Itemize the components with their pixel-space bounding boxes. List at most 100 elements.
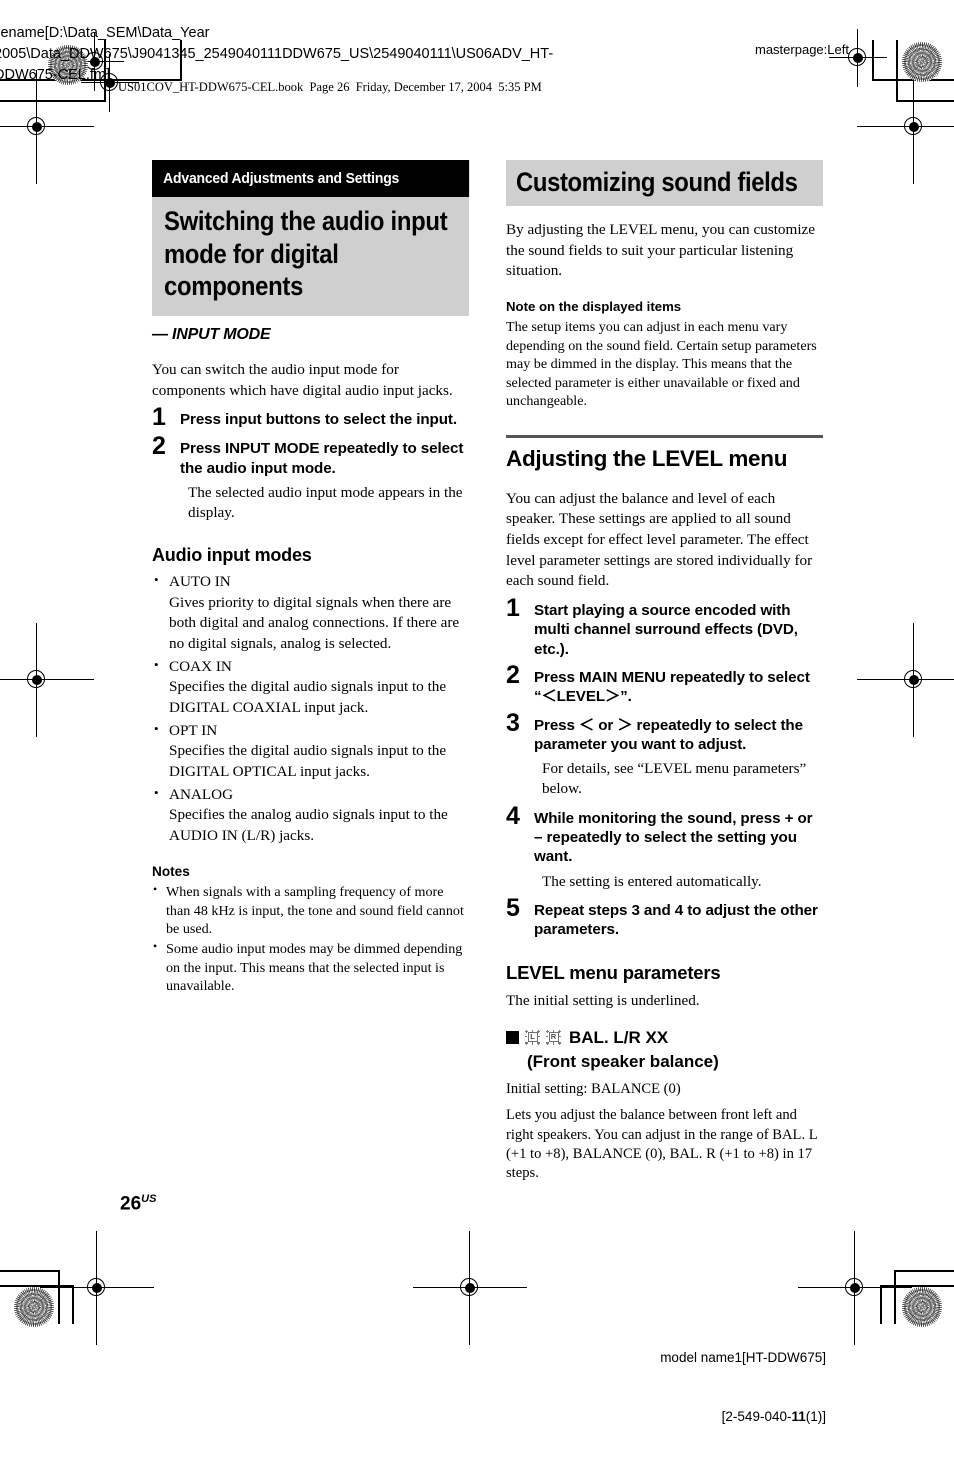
crop-mark xyxy=(0,100,106,102)
black-square-icon xyxy=(506,1030,519,1044)
crop-mark xyxy=(58,1270,60,1324)
step-number: 4 xyxy=(506,801,520,830)
prepress-filename-line-3: DDW675-CEL.fm] xyxy=(0,67,111,83)
section-title-band: Customizing sound fields xyxy=(506,160,823,207)
parameter-subname: (Front speaker balance) xyxy=(527,1051,719,1071)
step-text: Press ＜ or ＞ repeatedly to select the pa… xyxy=(534,716,803,753)
section-divider xyxy=(506,435,823,439)
section-title: Customizing sound fields xyxy=(516,167,798,197)
notes-list: When signals with a sampling frequency o… xyxy=(152,882,469,996)
list-item: Some audio input modes may be dimmed dep… xyxy=(152,939,469,996)
step-number: 3 xyxy=(506,708,520,737)
page-number-value: 26 xyxy=(120,1193,142,1215)
step-text: Press MAIN MENU repeatedly to select “＜L… xyxy=(534,668,810,706)
footer-doc-revision: 11 xyxy=(791,1408,806,1424)
masterpage-label: masterpage:Left xyxy=(755,42,849,57)
footer-model-line-2: [2-549-040-11(1)] xyxy=(660,1407,826,1427)
mode-term: OPT IN xyxy=(169,721,218,739)
registration-mark xyxy=(857,623,954,737)
article-subtitle: — INPUT MODE xyxy=(152,326,271,344)
speaker-right-icon: R xyxy=(546,1029,561,1045)
mode-description: Specifies the digital audio signals inpu… xyxy=(169,742,447,781)
parameter-title-row: L R BAL. L/R XX xyxy=(506,1026,823,1049)
crop-mark xyxy=(880,1285,882,1324)
step-number: 1 xyxy=(152,403,166,432)
right-column: Customizing sound fields By adjusting th… xyxy=(506,160,823,1184)
page-number-suffix: US xyxy=(141,1193,157,1205)
mode-description: Specifies the analog audio signals input… xyxy=(169,806,448,845)
list-item: AUTO IN Gives priority to digital signal… xyxy=(152,571,469,655)
list-item: ANALOG Specifies the analog audio signal… xyxy=(152,784,469,847)
intro-paragraph: You can switch the audio input mode for … xyxy=(152,361,453,399)
list-item: OPT IN Specifies the digital audio signa… xyxy=(152,720,469,783)
step-item: 4 While monitoring the sound, press + or… xyxy=(506,803,823,867)
step-item: 2 Press INPUT MODE repeatedly to select … xyxy=(152,434,469,478)
adjusting-level-menu-heading: Adjusting the LEVEL menu xyxy=(506,446,788,472)
page-title: Switching the audio input mode for digit… xyxy=(164,206,448,302)
step-item: 2 Press MAIN MENU repeatedly to select “… xyxy=(506,663,823,707)
crop-mark xyxy=(896,100,954,102)
note-on-displayed-items-body: The setup items you can adjust in each m… xyxy=(506,319,817,410)
halftone-target-mark xyxy=(902,1287,942,1327)
article-title-band: Switching the audio input mode for digit… xyxy=(152,197,469,317)
page-number: 26US xyxy=(120,1193,156,1215)
left-column: Advanced Adjustments and Settings Switch… xyxy=(152,160,469,996)
speaker-right-label: R xyxy=(548,1032,559,1043)
crop-mark xyxy=(894,1270,954,1272)
list-item: When signals with a sampling frequency o… xyxy=(152,882,469,939)
halftone-target-mark xyxy=(902,42,942,82)
registration-mark xyxy=(798,1231,912,1345)
step-item: 1 Start playing a source encoded with mu… xyxy=(506,596,823,659)
crop-mark xyxy=(0,1270,60,1272)
halftone-target-mark xyxy=(14,1287,54,1327)
parameter-block: L R BAL. L/R XX (Front speaker balance) … xyxy=(506,1026,823,1184)
step-subtext: The selected audio input mode appears in… xyxy=(188,483,463,522)
step-text: Press INPUT MODE repeatedly to select th… xyxy=(180,440,464,477)
prepress-book-line: US01COV_HT-DDW675-CEL.book Page 26 Frida… xyxy=(118,80,542,94)
registration-mark xyxy=(0,623,94,737)
crop-mark xyxy=(894,1270,896,1324)
level-menu-parameters-intro: The initial setting is underlined. xyxy=(506,991,700,1009)
step-number: 5 xyxy=(506,894,520,923)
mode-description: Gives priority to digital signals when t… xyxy=(169,593,460,653)
registration-mark xyxy=(0,70,94,184)
step-item: 1 Press input buttons to select the inpu… xyxy=(152,405,469,430)
parameter-description: Lets you adjust the balance between fron… xyxy=(506,1107,818,1182)
step-text: Press input buttons to select the input. xyxy=(180,411,457,429)
step-text: Repeat steps 3 and 4 to adjust the other… xyxy=(534,902,818,939)
parameter-initial-setting: Initial setting: BALANCE (0) xyxy=(506,1080,681,1097)
chapter-label: Advanced Adjustments and Settings xyxy=(152,160,469,198)
audio-input-modes-list: AUTO IN Gives priority to digital signal… xyxy=(152,571,469,847)
registration-mark xyxy=(413,1231,527,1345)
document-page: ilename[D:\Data_SEM\Data_Year 2005\Data_… xyxy=(0,0,954,1424)
mode-term: AUTO IN xyxy=(169,573,231,590)
prepress-filename-line-1: ilename[D:\Data_SEM\Data_Year xyxy=(0,25,210,41)
mode-term: ANALOG xyxy=(169,785,234,803)
speaker-left-label: L xyxy=(527,1032,538,1043)
footer-doc-suffix: (1)] xyxy=(805,1408,826,1424)
adjusting-level-menu-body: You can adjust the balance and level of … xyxy=(506,489,813,590)
registration-mark xyxy=(857,70,954,184)
mode-description: Specifies the digital audio signals inpu… xyxy=(169,678,447,717)
step-item: 3 Press ＜ or ＞ repeatedly to select the … xyxy=(506,710,823,755)
list-item: COAX IN Specifies the digital audio sign… xyxy=(152,656,469,719)
step-subtext: For details, see “LEVEL menu parameters”… xyxy=(542,760,807,798)
footer-doc-prefix: [2-549-040- xyxy=(721,1408,792,1424)
step-number: 1 xyxy=(506,594,520,623)
step-text: Start playing a source encoded with mult… xyxy=(534,602,798,658)
parameter-name: BAL. L/R XX xyxy=(569,1027,669,1047)
step-text: While monitoring the sound, press + or –… xyxy=(534,809,813,866)
footer-model-info: model name1[HT-DDW675] [2-549-040-11(1)] xyxy=(660,1309,826,1466)
level-menu-parameters-heading: LEVEL menu parameters xyxy=(506,961,721,983)
mode-term: COAX IN xyxy=(169,657,232,675)
step-subtext: The setting is entered automatically. xyxy=(542,872,762,890)
step-number: 2 xyxy=(152,432,166,461)
footer-model-line-1: model name1[HT-DDW675] xyxy=(660,1350,826,1366)
notes-heading: Notes xyxy=(152,863,190,879)
step-number: 2 xyxy=(506,660,520,689)
crop-mark xyxy=(72,1285,74,1324)
section-intro: By adjusting the LEVEL menu, you can cus… xyxy=(506,221,816,280)
registration-mark xyxy=(40,1231,154,1345)
speaker-left-icon: L xyxy=(525,1029,540,1045)
prepress-filename-line-2: 2005\Data_DDW675\J9041345_2549040111DDW6… xyxy=(0,46,554,62)
